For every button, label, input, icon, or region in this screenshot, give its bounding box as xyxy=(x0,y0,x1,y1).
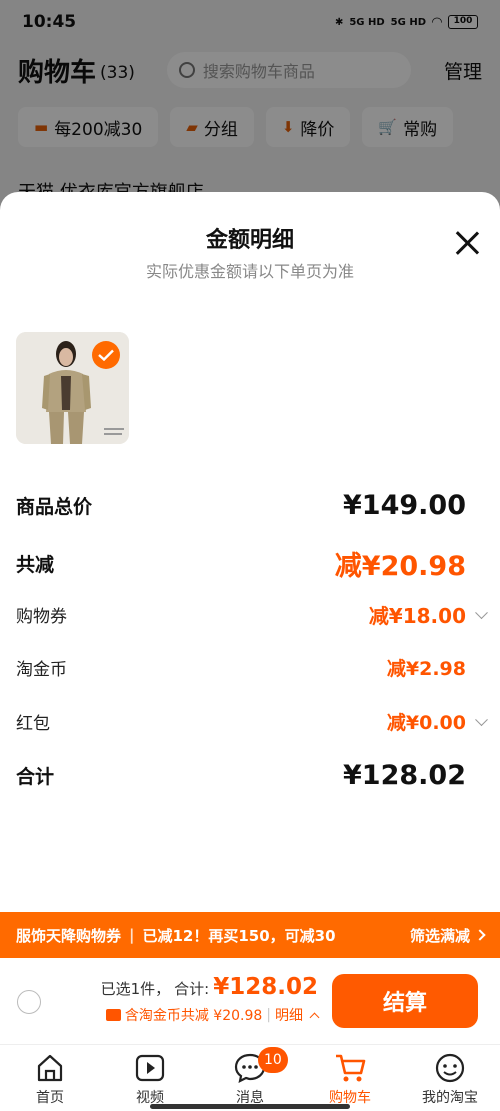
chevron-down-icon[interactable] xyxy=(475,712,488,726)
coupon-label: 购物券 xyxy=(16,607,67,627)
savings-text: 含淘金币共减 ¥20.98 xyxy=(124,1008,263,1024)
home-indicator xyxy=(150,1104,350,1109)
chevron-right-icon xyxy=(474,929,486,941)
promo-filter-label: 筛选满减 xyxy=(409,926,470,945)
total-price-value: ¥149.00 xyxy=(343,490,466,521)
savings-divider: | xyxy=(266,1007,271,1023)
tab-messages[interactable]: 消息 10 xyxy=(200,1045,300,1111)
total-discount-value: 减¥20.98 xyxy=(334,551,466,582)
checkout-sum-label: 合计: xyxy=(174,980,210,998)
tab-home[interactable]: 首页 xyxy=(0,1045,100,1111)
bottom-tab-bar: 首页 视频 消息 10 购物车 我的淘宝 xyxy=(0,1044,500,1111)
red-packet-value: 减¥0.00 xyxy=(386,712,466,734)
checkout-button[interactable]: 结算 xyxy=(332,974,478,1028)
video-icon xyxy=(135,1054,165,1082)
row-taojinbi: 淘金币 减¥2.98 xyxy=(16,654,466,681)
cart-icon xyxy=(336,1054,366,1082)
selected-count: 已选1件， xyxy=(100,980,171,998)
promo-divider: | xyxy=(129,926,135,944)
sheet-title: 金额明细 xyxy=(205,228,294,253)
taojinbi-label: 淘金币 xyxy=(16,660,67,680)
detail-link[interactable]: 明细 xyxy=(275,1005,303,1025)
sheet-subtitle: 实际优惠金额请以下单页为准 xyxy=(145,262,354,281)
message-badge: 10 xyxy=(258,1047,288,1073)
promo-filter-link[interactable]: 筛选满减 xyxy=(409,925,486,946)
checkout-summary: 已选1件， 合计: ¥128.02 xyxy=(101,974,318,1000)
total-price-label: 商品总价 xyxy=(16,496,93,518)
select-all-checkbox[interactable] xyxy=(17,990,41,1014)
tab-label: 我的淘宝 xyxy=(422,1090,478,1106)
promo-progress: 已减12！再买150，可减30 xyxy=(142,926,336,945)
promo-bar[interactable]: 服饰天降购物券 | 已减12！再买150，可减30 筛选满减 xyxy=(0,912,500,958)
taojinbi-value: 减¥2.98 xyxy=(386,658,466,680)
selected-check-icon[interactable] xyxy=(92,341,120,369)
sum-value: ¥128.02 xyxy=(343,760,466,791)
tab-cart[interactable]: 购物车 xyxy=(300,1045,400,1111)
promo-title: 服饰天降购物券 xyxy=(16,926,122,945)
row-red-packet[interactable]: 红包 减¥0.00 xyxy=(16,708,488,735)
savings-detail[interactable]: 含淘金币共减 ¥20.98 | 明细 xyxy=(105,1005,320,1025)
tab-profile[interactable]: 我的淘宝 xyxy=(400,1045,500,1111)
profile-icon xyxy=(435,1053,465,1083)
home-icon xyxy=(37,1054,63,1082)
row-coupon[interactable]: 购物券 减¥18.00 xyxy=(16,600,488,629)
coupon-value: 减¥18.00 xyxy=(368,604,466,628)
checkout-sum-value: ¥128.02 xyxy=(213,974,318,1000)
tab-label: 首页 xyxy=(36,1090,64,1106)
row-sum: 合计 ¥128.02 xyxy=(16,760,466,791)
coupon-icon xyxy=(105,1009,121,1021)
row-total-price: 商品总价 ¥149.00 xyxy=(16,490,466,521)
row-total-discount: 共减 减¥20.98 xyxy=(16,544,466,583)
chevron-up-icon[interactable] xyxy=(309,1012,320,1022)
checkmark-icon xyxy=(98,349,114,361)
chevron-down-icon[interactable] xyxy=(475,605,488,619)
total-discount-label: 共减 xyxy=(16,554,55,576)
sum-label: 合计 xyxy=(16,766,55,788)
close-icon[interactable] xyxy=(454,230,480,256)
tab-video[interactable]: 视频 xyxy=(100,1045,200,1111)
red-packet-label: 红包 xyxy=(16,714,50,734)
checkout-bar: 已选1件， 合计: ¥128.02 含淘金币共减 ¥20.98 | 明细 结算 xyxy=(0,958,500,1044)
